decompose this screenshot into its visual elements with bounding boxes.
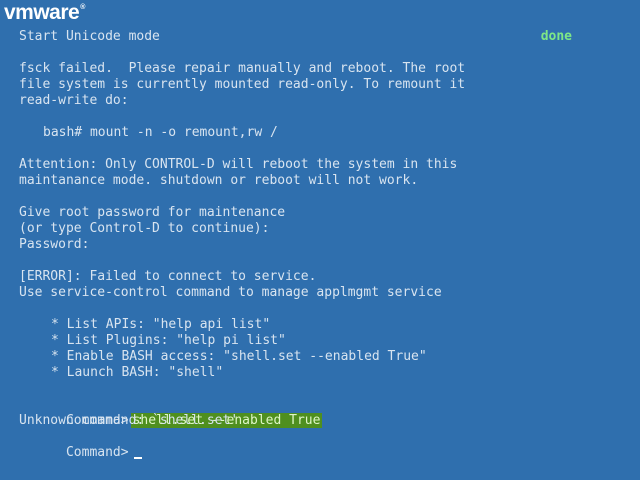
password-prompt-line-2: (or type Control-D to continue): bbox=[19, 221, 270, 236]
error-line-2: Use service-control command to manage ap… bbox=[19, 285, 442, 300]
password-prompt-line-1: Give root password for maintenance bbox=[19, 205, 286, 220]
bullet-list-apis: * List APIs: "help api list" bbox=[51, 317, 271, 332]
password-prompt-line-3: Password: bbox=[19, 237, 90, 252]
trademark-symbol: ® bbox=[80, 4, 85, 11]
bullet-launch-bash: * Launch BASH: "shell" bbox=[51, 365, 224, 380]
bullet-enable-bash: * Enable BASH access: "shell.set --enabl… bbox=[51, 349, 427, 364]
command-line-1: Command> shell.set --enabled True bbox=[19, 397, 629, 428]
command-line-2[interactable]: Command> bbox=[19, 429, 629, 460]
command-prompt-2: Command> bbox=[65, 445, 129, 460]
error-line-1: [ERROR]: Failed to connect to service. bbox=[19, 269, 317, 284]
attention-line-1: Attention: Only CONTROL-D will reboot th… bbox=[19, 157, 458, 172]
text-cursor bbox=[133, 457, 142, 459]
terminal-screen[interactable]: vmware ® Start Unicode mode done fsck fa… bbox=[0, 0, 640, 480]
fsck-message-line-2: file system is currently mounted read-on… bbox=[19, 77, 466, 92]
vmware-logo: vmware ® bbox=[4, 2, 85, 24]
bullet-list-plugins: * List Plugins: "help pi list" bbox=[51, 333, 286, 348]
fsck-message-line-3: read-write do: bbox=[19, 93, 129, 108]
unicode-mode-line: Start Unicode mode done bbox=[19, 29, 572, 45]
status-done-text: done bbox=[540, 29, 572, 44]
unicode-mode-text: Start Unicode mode bbox=[19, 29, 160, 44]
unknown-command-line: Unknown command: `shell.set' bbox=[19, 413, 239, 428]
attention-line-2: maintanance mode. shutdown or reboot wil… bbox=[19, 173, 419, 188]
vmware-logo-text: vmware bbox=[4, 1, 80, 24]
fsck-message-line-1: fsck failed. Please repair manually and … bbox=[19, 61, 466, 76]
remount-command-line: bash# mount -n -o remount,rw / bbox=[43, 125, 278, 140]
console-output: Start Unicode mode done fsck failed. Ple… bbox=[19, 29, 629, 460]
